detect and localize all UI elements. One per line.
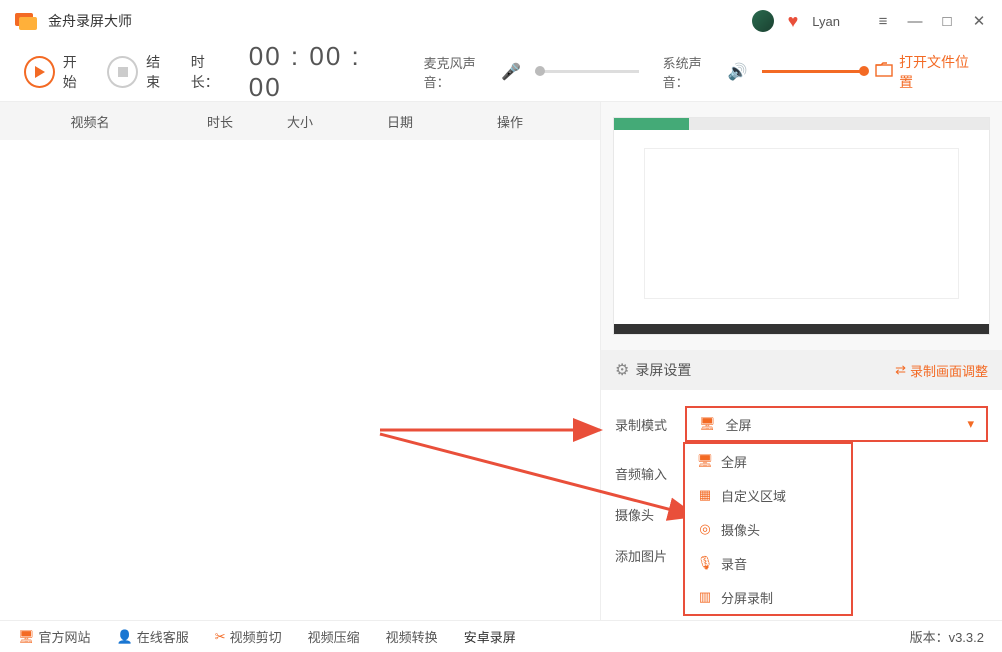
start-label: 开始 bbox=[63, 52, 90, 92]
app-title: 金舟录屏大师 bbox=[48, 11, 132, 31]
option-audio[interactable]: 🎙录音 bbox=[685, 546, 851, 580]
th-name: 视频名 bbox=[0, 112, 180, 131]
mode-value: 全屏 bbox=[726, 415, 752, 434]
mic-label: 麦克风声音： bbox=[424, 53, 497, 91]
adjust-icon: ⇄ bbox=[895, 362, 906, 378]
speaker-icon[interactable]: 🔊 bbox=[728, 62, 748, 82]
open-folder-label: 打开文件位置 bbox=[899, 52, 978, 92]
official-site-link[interactable]: 🖥官方网站 bbox=[18, 627, 91, 646]
camera-label: 摄像头 bbox=[615, 505, 685, 524]
table-header: 视频名 时长 大小 日期 操作 bbox=[0, 102, 600, 140]
user-name: Lyan bbox=[812, 14, 840, 29]
duration-label: 时长： bbox=[191, 52, 231, 92]
option-camera[interactable]: ◎摄像头 bbox=[685, 512, 851, 546]
mode-dropdown: 🖥全屏 ▦自定义区域 ◎摄像头 🎙录音 ▥分屏录制 bbox=[683, 442, 853, 616]
monitor-icon: 🖥 bbox=[18, 629, 35, 645]
mic-slider[interactable] bbox=[535, 70, 639, 73]
play-icon bbox=[35, 66, 45, 78]
open-folder-button[interactable]: 打开文件位置 bbox=[875, 52, 978, 92]
option-split[interactable]: ▥分屏录制 bbox=[685, 580, 851, 614]
video-compress-link[interactable]: 视频压缩 bbox=[308, 627, 360, 646]
user-avatar[interactable] bbox=[752, 10, 774, 32]
scissors-icon: ✂ bbox=[215, 629, 226, 645]
stop-icon bbox=[118, 67, 128, 77]
th-size: 大小 bbox=[260, 112, 340, 131]
version-label: 版本：v3.3.2 bbox=[910, 627, 984, 646]
mic-icon: 🎙 bbox=[695, 555, 715, 571]
addimg-label: 添加图片 bbox=[615, 546, 685, 565]
system-slider[interactable] bbox=[762, 70, 865, 73]
option-region[interactable]: ▦自定义区域 bbox=[685, 478, 851, 512]
android-record-link[interactable]: 安卓录屏 bbox=[464, 627, 516, 646]
crop-icon: ▦ bbox=[695, 487, 715, 503]
adjust-screen-button[interactable]: ⇄ 录制画面调整 bbox=[895, 361, 988, 380]
headset-icon: 👤 bbox=[117, 629, 133, 645]
audio-input-label: 音频输入 bbox=[615, 464, 685, 483]
preview-area bbox=[601, 102, 1002, 350]
customer-service-link[interactable]: 👤在线客服 bbox=[117, 627, 189, 646]
chevron-down-icon: ▾ bbox=[967, 416, 974, 432]
start-button[interactable] bbox=[24, 56, 55, 88]
video-convert-link[interactable]: 视频转换 bbox=[386, 627, 438, 646]
camera-icon: ◎ bbox=[695, 521, 715, 537]
table-body-empty bbox=[0, 140, 600, 620]
minimize-button[interactable]: — bbox=[906, 12, 924, 30]
stop-label: 结束 bbox=[146, 52, 173, 92]
option-fullscreen[interactable]: 🖥全屏 bbox=[685, 444, 851, 478]
sys-audio-label: 系统声音： bbox=[663, 53, 724, 91]
heart-icon[interactable]: ♥ bbox=[788, 11, 799, 32]
close-button[interactable]: ✕ bbox=[970, 12, 988, 30]
mode-select[interactable]: 🖥 全屏 ▾ bbox=[685, 406, 988, 442]
app-logo bbox=[14, 9, 38, 33]
th-date: 日期 bbox=[340, 112, 460, 131]
th-duration: 时长 bbox=[180, 112, 260, 131]
gear-icon: ⚙ bbox=[615, 360, 629, 380]
mode-label: 录制模式 bbox=[615, 415, 685, 434]
folder-icon bbox=[875, 62, 893, 81]
maximize-button[interactable]: □ bbox=[938, 12, 956, 30]
monitor-icon: 🖥 bbox=[695, 453, 715, 469]
settings-title: 录屏设置 bbox=[635, 360, 691, 380]
stop-button[interactable] bbox=[107, 56, 138, 88]
menu-button[interactable]: ≡ bbox=[874, 12, 892, 30]
grid-icon: ▥ bbox=[695, 589, 715, 605]
timer-display: 00 : 00 : 00 bbox=[249, 41, 396, 103]
monitor-icon: 🖥 bbox=[699, 416, 716, 432]
adjust-label: 录制画面调整 bbox=[910, 361, 988, 380]
th-op: 操作 bbox=[460, 112, 560, 131]
video-cut-link[interactable]: ✂视频剪切 bbox=[215, 627, 282, 646]
mic-icon[interactable]: 🎤 bbox=[501, 62, 521, 82]
